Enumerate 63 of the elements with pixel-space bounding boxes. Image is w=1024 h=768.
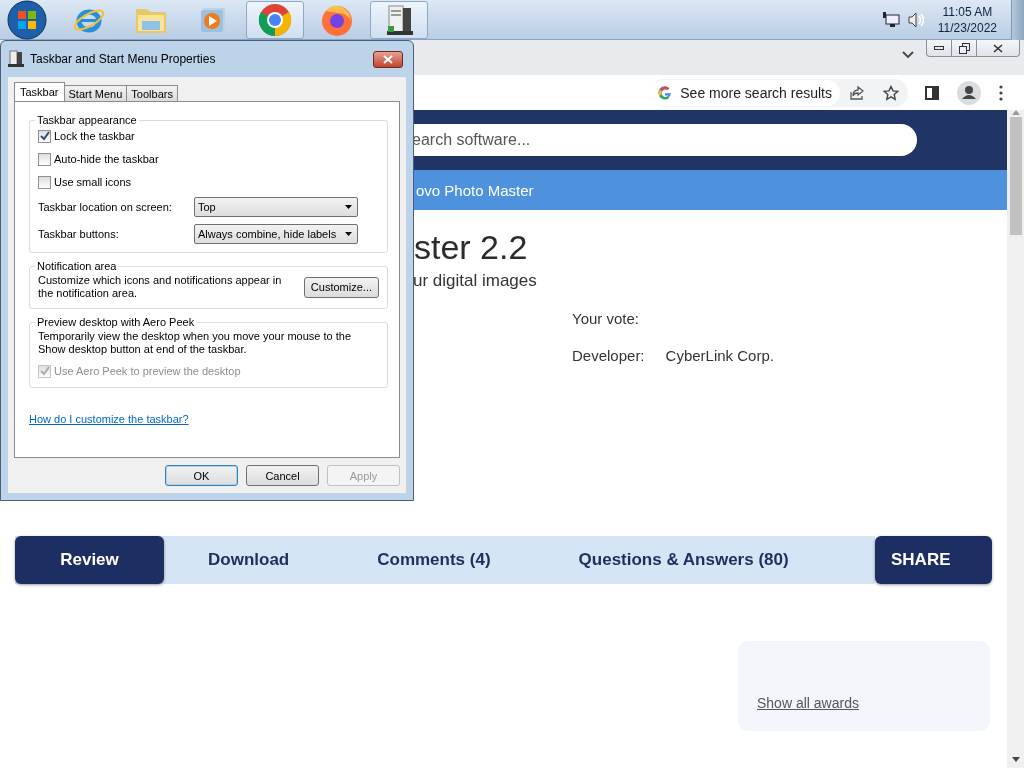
page-tab[interactable]: Questions & Answers (80) <box>534 536 833 584</box>
description-text: Customize which icons and notifications appear in the notification area. <box>38 274 283 300</box>
checkbox-label: Lock the taskbar <box>54 130 135 142</box>
clock[interactable]: 11:05 AM 11/23/2022 <box>937 3 997 36</box>
developer-name: CyberLink Corp. <box>665 347 774 364</box>
browser-circle-icon <box>258 2 292 37</box>
help-link[interactable]: How do I customize the taskbar? <box>29 413 189 425</box>
menu-icon[interactable] <box>999 84 1003 101</box>
scroll-thumb[interactable] <box>1009 117 1022 235</box>
group-heading: Preview desktop with Aero Peek <box>36 316 196 328</box>
page-subtitle: ur digital images <box>413 271 538 291</box>
side-panel-icon[interactable] <box>925 85 939 100</box>
dialog-button[interactable]: Cancel <box>246 465 319 486</box>
tab-list-chevron-icon[interactable] <box>902 51 914 59</box>
vote-label: Your vote: <box>572 310 640 327</box>
checkbox[interactable] <box>38 152 51 166</box>
tab[interactable]: Taskbar <box>14 82 65 101</box>
volume-icon[interactable] <box>907 11 924 28</box>
scroll-down-icon[interactable] <box>1011 757 1020 762</box>
caret-icon <box>345 232 352 236</box>
windows-logo-icon <box>7 0 47 40</box>
checkbox-label: Use Aero Peek to preview the desktop <box>54 365 241 377</box>
tab[interactable]: Toolbars <box>126 85 178 101</box>
show-awards-link[interactable]: Show all awards <box>757 695 859 711</box>
page-tab[interactable]: Comments (4) <box>333 536 535 584</box>
computer-tower-icon <box>8 50 24 68</box>
close-icon <box>993 43 1003 53</box>
checkbox[interactable] <box>38 175 51 189</box>
share-icon[interactable] <box>849 84 865 101</box>
field-label: Taskbar buttons: <box>38 228 120 240</box>
page-tab[interactable]: Review <box>15 536 164 584</box>
caret-icon <box>345 205 352 209</box>
customize-button[interactable]: Customize... <box>303 276 379 298</box>
scrollbar[interactable] <box>1007 110 1024 768</box>
group-heading: Taskbar appearance <box>36 114 138 126</box>
dropdown[interactable]: Top <box>194 197 358 217</box>
window-title: Taskbar and Start Menu Properties <box>30 52 217 66</box>
restore-icon <box>958 42 970 54</box>
profile-icon[interactable] <box>957 80 981 105</box>
field-label: Taskbar location on screen: <box>38 201 173 213</box>
close-button[interactable] <box>373 50 403 68</box>
start-button[interactable] <box>4 0 50 40</box>
star-icon[interactable] <box>883 84 899 101</box>
tab[interactable]: Start Menu <box>63 85 128 101</box>
checkbox-label: Use small icons <box>54 176 132 188</box>
share-button[interactable]: SHARE <box>875 536 992 584</box>
g-logo-icon <box>658 85 673 100</box>
checkbox-label: Auto-hide the taskbar <box>54 153 159 165</box>
checkbox[interactable] <box>38 129 51 143</box>
play-icon <box>199 5 227 34</box>
close-icon <box>383 54 393 64</box>
group-heading: Notification area <box>36 260 118 272</box>
developer-label: Developer: <box>572 347 645 364</box>
computer-tower-icon <box>384 3 414 36</box>
page-title: ster 2.2 <box>414 228 529 267</box>
network-icon[interactable] <box>881 11 900 28</box>
description-text: Temporarily view the desktop when you move your mouse to the Show desktop button at end of the taskbar. <box>38 330 353 356</box>
page-tab[interactable]: Download <box>164 536 334 584</box>
minimize-icon <box>934 45 944 51</box>
taskbar-app-button[interactable] <box>370 0 428 39</box>
dropdown[interactable]: Always combine, hide labels <box>194 224 358 244</box>
dialog-button[interactable]: OK <box>165 465 238 486</box>
search-results-chip[interactable]: See more search results <box>650 79 840 106</box>
